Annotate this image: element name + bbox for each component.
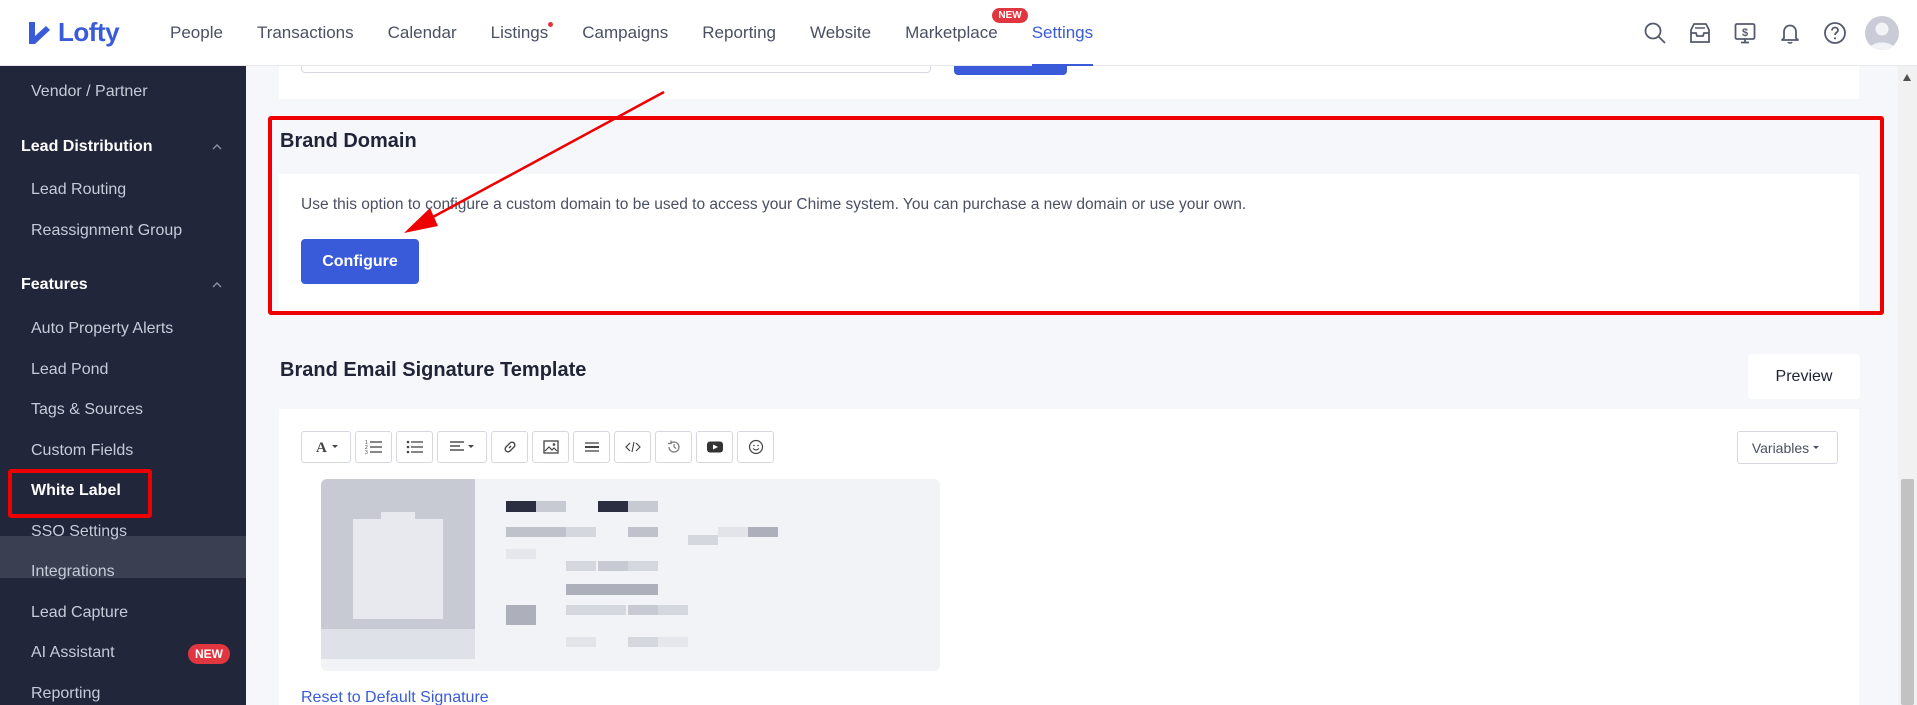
nav-people[interactable]: People (170, 0, 223, 66)
sidebar-item-reporting[interactable]: Reporting (31, 685, 100, 703)
billing-icon[interactable]: $ (1731, 19, 1759, 47)
sidebar-item-vendor-partner[interactable]: Vendor / Partner (31, 83, 148, 101)
lofty-logo-icon (29, 21, 50, 44)
brand-domain-highlight-box (268, 116, 1884, 315)
emoji-icon[interactable] (737, 431, 774, 463)
nav-marketplace-label: Marketplace (905, 22, 998, 42)
nav-transactions[interactable]: Transactions (257, 0, 354, 66)
nav-settings[interactable]: Settings (1031, 0, 1094, 66)
top-icons: $ (1624, 0, 1899, 66)
page-scrollbar[interactable] (1898, 66, 1917, 705)
white-label-highlight-box (8, 469, 152, 518)
history-icon[interactable] (655, 431, 692, 463)
signature-template-title: Brand Email Signature Template (280, 359, 587, 381)
settings-sidebar: Vendor / Partner Lead Distribution Lead … (0, 66, 246, 705)
variables-label: Variables (1751, 439, 1810, 456)
previous-section-button[interactable] (954, 66, 1067, 75)
help-icon[interactable] (1821, 19, 1849, 47)
sidebar-item-ai-assistant[interactable]: AI Assistant (31, 644, 115, 662)
code-icon[interactable] (614, 431, 651, 463)
preview-button[interactable]: Preview (1748, 354, 1860, 399)
avatar[interactable] (1865, 16, 1899, 50)
bullet-list-icon[interactable] (396, 431, 433, 463)
variables-dropdown[interactable]: Variables (1737, 431, 1838, 464)
sidebar-item-tags-sources[interactable]: Tags & Sources (31, 401, 143, 419)
sidebar-item-sso-settings[interactable]: SSO Settings (31, 523, 127, 541)
divider-icon[interactable] (573, 431, 610, 463)
nav-listings[interactable]: Listings (490, 0, 554, 66)
svg-text:3: 3 (365, 450, 368, 455)
video-icon[interactable] (696, 431, 733, 463)
lofty-logo[interactable]: Lofty (26, 17, 170, 48)
svg-text:$: $ (1742, 27, 1748, 39)
inbox-icon[interactable] (1686, 19, 1714, 47)
main-nav: People Transactions Calendar Listings Ca… (170, 0, 1127, 66)
scroll-up-arrow[interactable] (1903, 74, 1911, 81)
sidebar-item-auto-property-alerts[interactable]: Auto Property Alerts (31, 320, 173, 338)
sidebar-item-custom-fields[interactable]: Custom Fields (31, 442, 133, 460)
sidebar-item-lead-capture[interactable]: Lead Capture (31, 604, 128, 622)
chevron-up-icon[interactable] (212, 142, 222, 152)
bell-icon[interactable] (1776, 19, 1804, 47)
search-icon[interactable] (1641, 19, 1669, 47)
new-badge: NEW (188, 644, 230, 664)
sidebar-item-lead-routing[interactable]: Lead Routing (31, 181, 126, 199)
signature-preview-image (321, 479, 940, 671)
notification-dot (548, 21, 554, 27)
scroll-thumb[interactable] (1901, 479, 1914, 705)
sidebar-group-features[interactable]: Features (21, 276, 88, 294)
caret-down-icon (1813, 445, 1820, 449)
previous-section-input[interactable] (301, 66, 931, 73)
nav-listings-label: Listings (490, 22, 549, 42)
link-icon[interactable] (491, 431, 528, 463)
sidebar-item-integrations[interactable]: Integrations (31, 563, 115, 581)
sidebar-item-lead-pond[interactable]: Lead Pond (31, 361, 108, 379)
chevron-up-icon[interactable] (212, 280, 222, 290)
ordered-list-icon[interactable]: 123 (355, 431, 392, 463)
nav-campaigns[interactable]: Campaigns (582, 0, 668, 66)
reset-signature-link[interactable]: Reset to Default Signature (301, 689, 489, 705)
top-nav: Lofty People Transactions Calendar Listi… (0, 0, 1917, 66)
sidebar-group-lead-distribution[interactable]: Lead Distribution (21, 138, 153, 156)
user-avatar-icon (1869, 22, 1895, 50)
align-icon[interactable] (437, 431, 487, 463)
sidebar-item-reassignment-group[interactable]: Reassignment Group (31, 222, 182, 240)
font-icon[interactable]: A (301, 431, 351, 463)
nav-marketplace[interactable]: Marketplace NEW (905, 0, 1028, 66)
logo-text: Lofty (58, 17, 120, 47)
svg-text:A: A (316, 440, 327, 456)
image-icon[interactable] (532, 431, 569, 463)
nav-website[interactable]: Website (810, 0, 871, 66)
editor-toolbar: A 123 (301, 431, 778, 463)
new-badge: NEW (992, 7, 1028, 23)
nav-reporting[interactable]: Reporting (702, 0, 776, 66)
nav-calendar[interactable]: Calendar (388, 0, 457, 66)
